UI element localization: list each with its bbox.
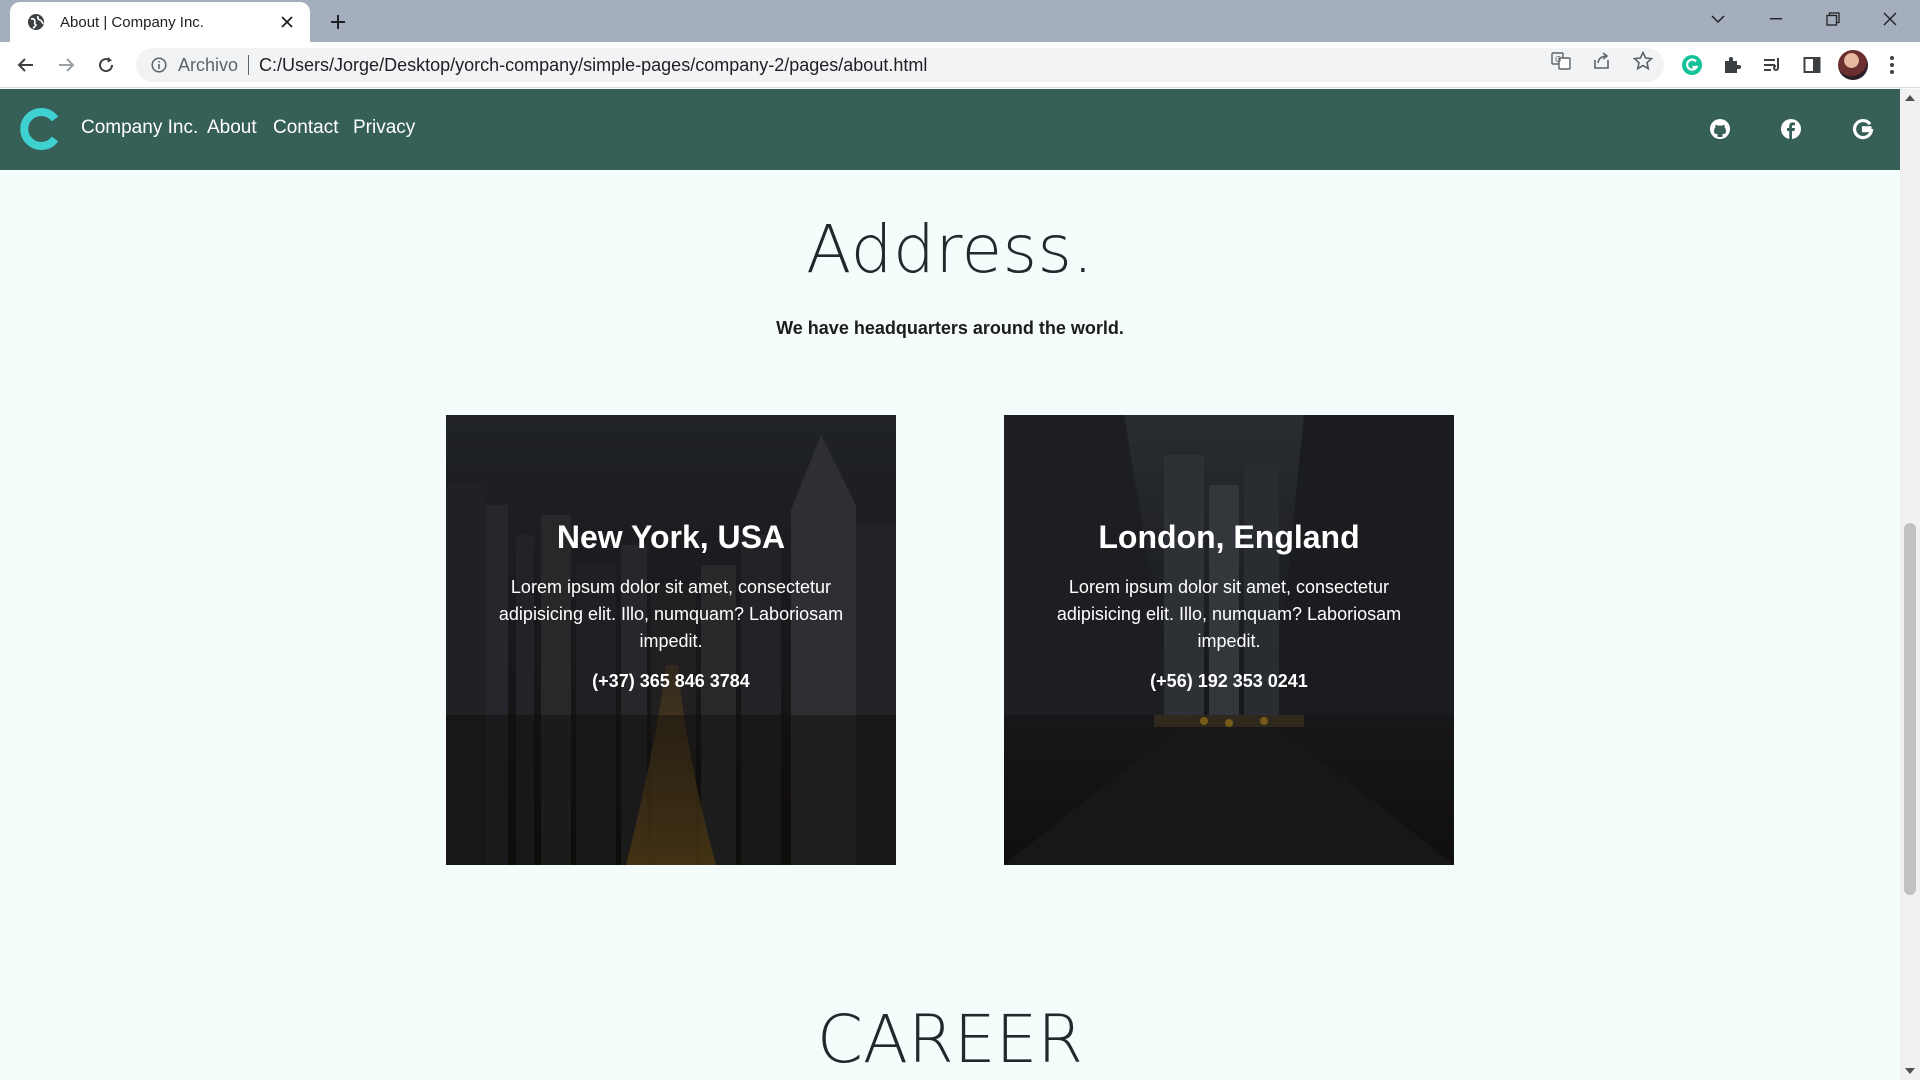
office-phone: (+56) 192 353 0241 [1150, 671, 1308, 691]
browser-tab-strip: About | Company Inc. [0, 0, 1920, 42]
office-city: London, England [1098, 519, 1360, 555]
company-logo-icon[interactable] [18, 107, 62, 151]
svg-text:G: G [1555, 55, 1561, 64]
grammarly-extension-icon[interactable] [1677, 50, 1707, 80]
google-icon[interactable] [1851, 117, 1875, 141]
nav-link-about[interactable]: About [207, 117, 257, 139]
address-bar[interactable]: Archivo C:/Users/Jorge/Desktop/yorch-com… [136, 48, 1664, 82]
office-description: Lorem ipsum dolor sit amet, consectetur … [1056, 577, 1402, 651]
office-card-content: London, England Lorem ipsum dolor sit am… [1044, 519, 1414, 692]
close-window-icon[interactable] [1862, 0, 1918, 38]
browser-toolbar: Archivo C:/Users/Jorge/Desktop/yorch-com… [0, 42, 1920, 88]
scroll-up-arrow-icon[interactable] [1905, 95, 1915, 101]
side-panel-icon[interactable] [1797, 50, 1827, 80]
reading-list-icon[interactable] [1757, 50, 1787, 80]
office-phone: (+37) 365 846 3784 [592, 671, 750, 691]
forward-arrow-icon[interactable] [50, 49, 82, 81]
bookmark-star-icon[interactable] [1632, 50, 1654, 72]
omnibox-divider [248, 55, 250, 75]
page-viewport: Company Inc. About Contact Privacy Addre… [0, 89, 1900, 1080]
facebook-icon[interactable] [1779, 117, 1803, 141]
office-city: New York, USA [556, 519, 786, 555]
page-scrollbar[interactable] [1900, 89, 1920, 1080]
globe-icon [26, 12, 46, 32]
close-tab-icon[interactable] [276, 11, 298, 33]
scroll-down-arrow-icon[interactable] [1905, 1068, 1915, 1074]
nav-link-contact[interactable]: Contact [273, 117, 338, 139]
brand-link[interactable]: Company Inc. [81, 117, 198, 139]
office-card-london: London, England Lorem ipsum dolor sit am… [1004, 415, 1454, 865]
share-icon[interactable] [1591, 50, 1613, 72]
career-heading: CAREER [816, 1001, 1084, 1078]
nav-link-privacy[interactable]: Privacy [353, 117, 415, 139]
address-subtitle: We have headquarters around the world. [776, 318, 1124, 338]
office-card-content: New York, USA Lorem ipsum dolor sit amet… [486, 519, 856, 692]
address-heading: Address. [806, 211, 1094, 288]
restore-icon[interactable] [1805, 0, 1861, 38]
extensions-puzzle-icon[interactable] [1717, 50, 1747, 80]
tab-search-icon[interactable] [1690, 0, 1746, 38]
office-description: Lorem ipsum dolor sit amet, consectetur … [498, 577, 844, 651]
more-menu-icon[interactable] [1877, 50, 1907, 80]
browser-tab-active[interactable]: About | Company Inc. [10, 2, 310, 42]
minimize-icon[interactable] [1748, 0, 1804, 38]
new-tab-button[interactable] [322, 8, 354, 36]
reload-icon[interactable] [90, 49, 122, 81]
github-icon[interactable] [1708, 117, 1732, 141]
url-scheme-label: Archivo [178, 54, 239, 75]
site-info-icon[interactable] [150, 56, 168, 74]
profile-avatar[interactable] [1838, 50, 1868, 80]
office-card-new-york: New York, USA Lorem ipsum dolor sit amet… [446, 415, 896, 865]
url-text[interactable]: C:/Users/Jorge/Desktop/yorch-company/sim… [259, 55, 927, 76]
scrollbar-thumb[interactable] [1904, 523, 1916, 895]
translate-icon[interactable]: G [1550, 50, 1572, 72]
back-arrow-icon[interactable] [10, 49, 42, 81]
site-navbar: Company Inc. About Contact Privacy [0, 89, 1900, 170]
tab-title: About | Company Inc. [60, 13, 204, 31]
